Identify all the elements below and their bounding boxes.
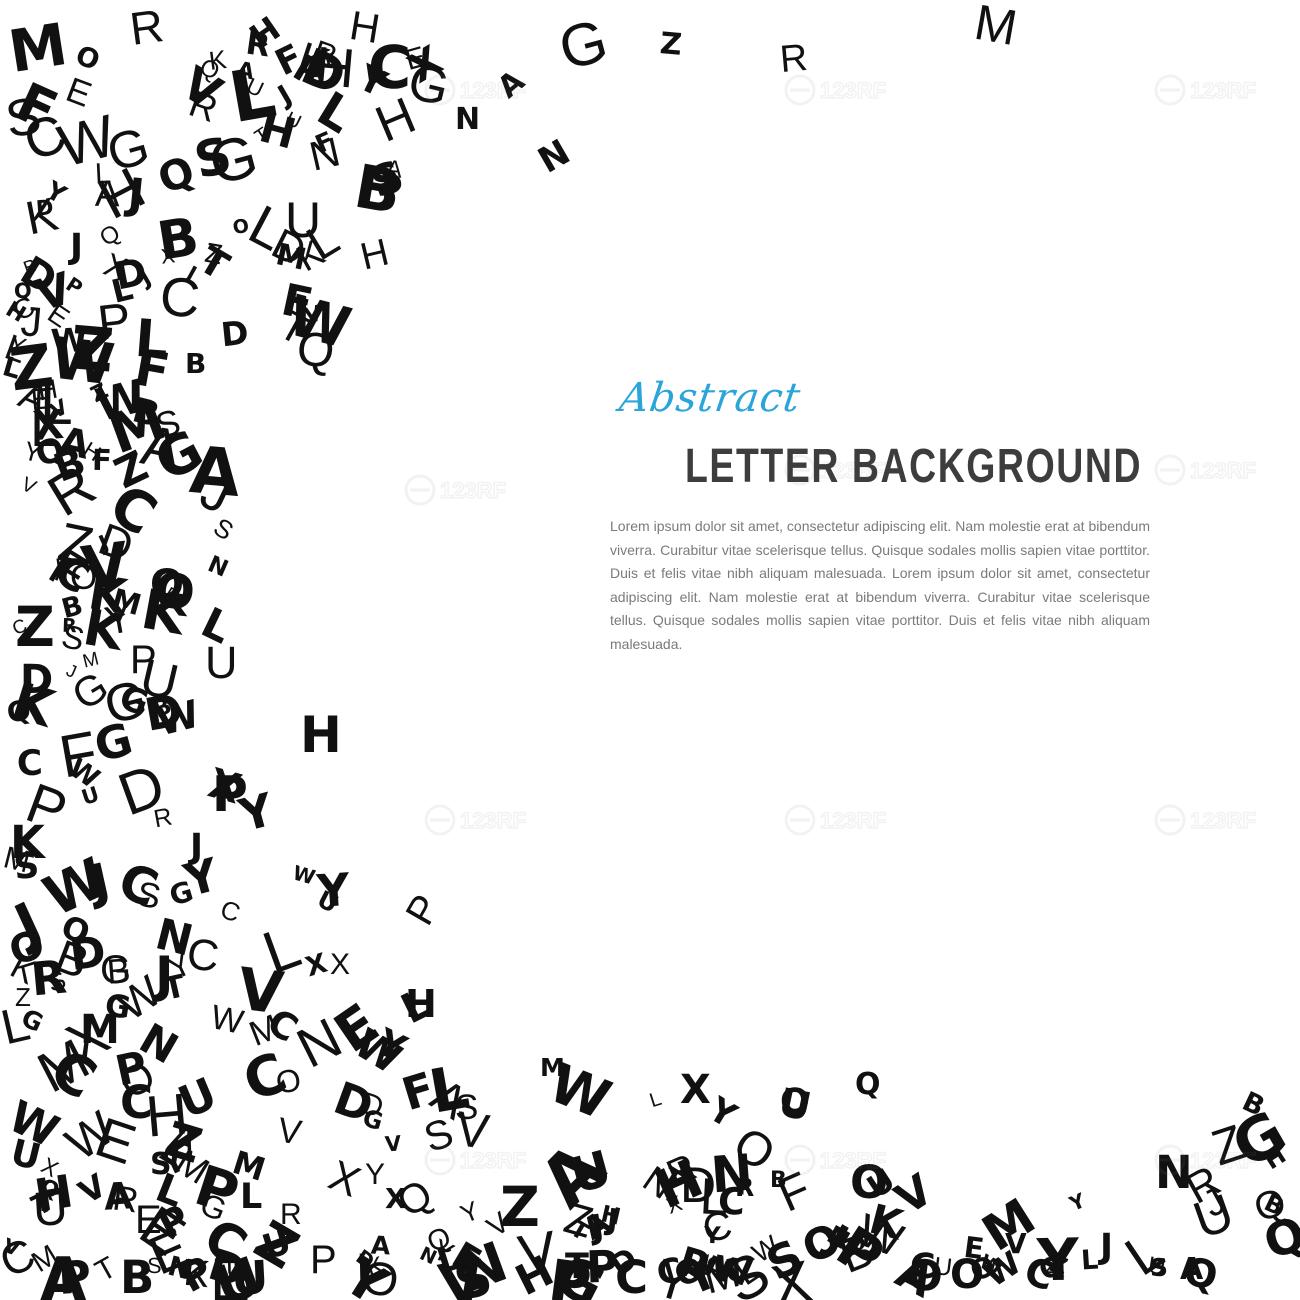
decorative-letter: Y: [455, 1195, 483, 1230]
decorative-letter: N: [203, 551, 232, 583]
decorative-letter: Y: [1066, 1188, 1090, 1217]
decorative-letter: L: [132, 308, 171, 371]
decorative-letter: U: [78, 782, 103, 811]
decorative-letter: L: [1079, 1244, 1099, 1277]
decorative-letter: W: [0, 1091, 67, 1159]
decorative-letter: R: [61, 614, 78, 637]
decorative-letter: C: [216, 893, 245, 928]
decorative-letter: Z: [658, 26, 684, 63]
decorative-letter: A: [491, 63, 532, 106]
decorative-letter: D: [218, 312, 250, 355]
decorative-letter: H: [300, 706, 342, 764]
decorative-letter: Y: [365, 1158, 386, 1191]
decorative-letter: V: [17, 473, 40, 500]
decorative-letter: Y: [704, 1223, 722, 1250]
decorative-letter: W: [290, 860, 319, 890]
abstract-letter-background-canvas: LHGZRMBUGCXANNHZFMLABVZJCDOOYPUZDFGDDHYJ…: [0, 0, 1300, 1300]
decorative-letter: O: [273, 1061, 304, 1101]
decorative-letter: X: [680, 1067, 711, 1113]
page-title: LETTER BACKGROUND: [685, 440, 1143, 493]
decorative-letter: V: [452, 1101, 492, 1160]
decorative-letter: H: [356, 231, 393, 279]
decorative-letter: V: [275, 1109, 305, 1153]
decorative-letter: V: [383, 1130, 402, 1157]
decorative-letter: J: [70, 227, 84, 267]
decorative-letter: M: [228, 1142, 271, 1189]
decorative-letter: X: [301, 947, 331, 984]
decorative-letter: Q: [1179, 1248, 1222, 1300]
decorative-letter: C: [716, 1179, 747, 1225]
decorative-letter: J: [1100, 1227, 1114, 1267]
decorative-letter: A: [102, 1173, 134, 1219]
decorative-letter: X: [330, 948, 351, 981]
decorative-letter: G: [551, 6, 615, 83]
decorative-letter: U: [31, 1181, 70, 1237]
decorative-letter: R: [126, 0, 167, 55]
decorative-letter: L: [93, 157, 112, 191]
decorative-letter: T: [89, 1250, 122, 1289]
decorative-letter: K: [137, 576, 191, 648]
decorative-letter: K: [5, 671, 61, 740]
decorative-letter: P: [397, 887, 450, 933]
body-paragraph: Lorem ipsum dolor sit amet, consectetur …: [610, 518, 1150, 652]
decorative-letter: X: [322, 1150, 368, 1207]
decorative-letter: X: [159, 244, 177, 269]
decorative-letter: Z: [465, 1252, 483, 1284]
decorative-letter: Q: [294, 322, 337, 379]
decorative-letter: F: [770, 1162, 819, 1223]
script-heading: Abstract: [616, 375, 804, 421]
decorative-letter: P: [56, 1249, 93, 1300]
decorative-letter: Q: [1257, 1206, 1300, 1272]
decorative-letter: Z: [14, 981, 31, 1012]
decorative-letter: M: [970, 0, 1022, 57]
decorative-letter: B: [185, 347, 207, 380]
decorative-letter: N: [455, 102, 481, 137]
decorative-letter: P: [310, 1238, 337, 1282]
decorative-letter: C: [16, 743, 45, 786]
decorative-letter: W: [710, 1248, 756, 1296]
decorative-letter: Q: [855, 1067, 881, 1102]
decorative-letter: Q: [151, 145, 201, 204]
decorative-letter: M: [4, 10, 72, 87]
decorative-letter: Q: [388, 1169, 441, 1226]
decorative-letter: D: [110, 249, 150, 299]
decorative-letter: M: [108, 581, 146, 623]
decorative-letter: S: [11, 846, 41, 889]
decorative-letter: A: [384, 154, 404, 184]
decorative-letter: R: [778, 36, 810, 82]
decorative-letter: N: [531, 132, 578, 182]
decorative-letter: L: [646, 1087, 665, 1113]
decorative-letter: Y: [40, 175, 71, 211]
